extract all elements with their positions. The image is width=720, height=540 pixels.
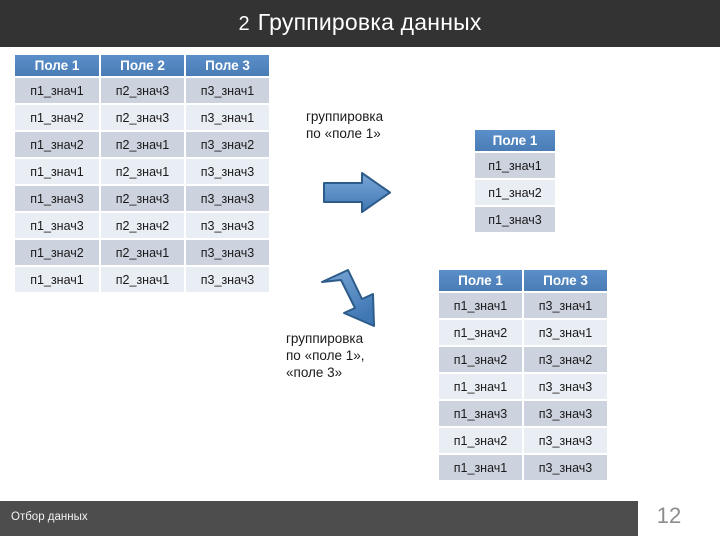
table-row: п1_знач2 п2_знач1 п3_знач2: [13, 131, 271, 159]
table-row: п1_знач3 п3_знач3: [437, 400, 609, 428]
table-cell: п3_знач2: [522, 346, 609, 374]
table-cell: п1_знач1: [437, 454, 524, 482]
table-cell: п1_знач3: [437, 400, 524, 428]
table-row: п1_знач2 п3_знач3: [437, 427, 609, 455]
table-cell: п1_знач2: [437, 319, 524, 347]
table-header-row: Поле 1: [473, 130, 557, 153]
table-cell: п1_знач1: [13, 77, 101, 105]
footer-bar: [0, 501, 638, 536]
footer-label: Отбор данных: [11, 511, 88, 523]
table-cell: п3_знач3: [522, 454, 609, 482]
table-cell: п2_знач3: [99, 77, 186, 105]
table-row: п1_знач2 п3_знач2: [437, 346, 609, 374]
table-cell: п3_знач2: [184, 131, 271, 159]
table-row: п1_знач1 п2_знач1 п3_знач3: [13, 266, 271, 294]
table-cell: п2_знач3: [99, 185, 186, 213]
table-cell: п2_знач1: [99, 131, 186, 159]
grouped-by-field1-field3-table: Поле 1 Поле 3 п1_знач1 п3_знач1 п1_знач2…: [437, 270, 609, 482]
table-cell: п1_знач2: [13, 131, 101, 159]
table-cell: п1_знач2: [13, 104, 101, 132]
table-row: п1_знач2 п2_знач3 п3_знач1: [13, 104, 271, 132]
table-row: п1_знач3: [473, 206, 557, 234]
table-cell: п1_знач2: [437, 427, 524, 455]
table-cell: п2_знач2: [99, 212, 186, 240]
right-arrow-icon: [323, 172, 391, 213]
table-cell: п3_знач1: [184, 77, 271, 105]
table-cell: п3_знач3: [522, 373, 609, 401]
table-cell: п2_знач1: [99, 239, 186, 267]
table-cell: п3_знач1: [522, 292, 609, 320]
column-header-field1: Поле 1: [473, 130, 557, 153]
column-header-field1: Поле 1: [437, 270, 524, 293]
table-cell: п1_знач1: [437, 373, 524, 401]
table-cell: п1_знач2: [473, 179, 557, 207]
grouping-caption-field1: группировка по «поле 1»: [306, 109, 384, 141]
table-header-row: Поле 1 Поле 2 Поле 3: [13, 55, 271, 78]
table-cell: п1_знач1: [13, 266, 101, 294]
table-header-row: Поле 1 Поле 3: [437, 270, 609, 293]
column-header-field3: Поле 3: [522, 270, 609, 293]
table-row: п1_знач2: [473, 179, 557, 207]
table-cell: п1_знач2: [437, 346, 524, 374]
table-cell: п3_знач1: [522, 319, 609, 347]
table-row: п1_знач1 п2_знач3 п3_знач1: [13, 77, 271, 105]
table-row: п1_знач2 п2_знач1 п3_знач3: [13, 239, 271, 267]
table-cell: п3_знач3: [522, 400, 609, 428]
table-row: п1_знач1: [473, 152, 557, 180]
table-cell: п1_знач1: [437, 292, 524, 320]
table-cell: п3_знач3: [184, 158, 271, 186]
grouping-caption-field1-field3: группировка по «поле 1», «поле 3»: [286, 331, 365, 380]
table-cell: п3_знач3: [522, 427, 609, 455]
page-number: 12: [656, 503, 682, 528]
table-cell: п2_знач1: [99, 266, 186, 294]
table-cell: п1_знач1: [473, 152, 557, 180]
grouped-by-field1-table: Поле 1 п1_знач1 п1_знач2 п1_знач3: [473, 130, 557, 234]
diagonal-down-right-arrow-icon: [321, 269, 375, 327]
table-cell: п1_знач3: [13, 212, 101, 240]
table-cell: п2_знач1: [99, 158, 186, 186]
column-header-field3: Поле 3: [184, 55, 271, 78]
table-cell: п1_знач2: [13, 239, 101, 267]
table-cell: п3_знач3: [184, 212, 271, 240]
table-row: п1_знач3 п2_знач3 п3_знач3: [13, 185, 271, 213]
slide-title-text: Группировка данных: [257, 9, 482, 35]
table-row: п1_знач1 п3_знач3: [437, 454, 609, 482]
column-header-field1: Поле 1: [13, 55, 101, 78]
column-header-field2: Поле 2: [99, 55, 186, 78]
table-cell: п3_знач1: [184, 104, 271, 132]
table-cell: п3_знач3: [184, 185, 271, 213]
source-data-table: Поле 1 Поле 2 Поле 3 п1_знач1 п2_знач3 п…: [13, 55, 271, 294]
table-row: п1_знач3 п2_знач2 п3_знач3: [13, 212, 271, 240]
table-cell: п1_знач1: [13, 158, 101, 186]
table-row: п1_знач1 п3_знач3: [437, 373, 609, 401]
table-cell: п1_знач3: [13, 185, 101, 213]
table-cell: п3_знач3: [184, 266, 271, 294]
table-cell: п3_знач3: [184, 239, 271, 267]
page-title: 2 Группировка данных: [0, 0, 720, 47]
slide-title-number: 2: [238, 13, 250, 35]
table-row: п1_знач1 п2_знач1 п3_знач3: [13, 158, 271, 186]
table-row: п1_знач1 п3_знач1: [437, 292, 609, 320]
table-row: п1_знач2 п3_знач1: [437, 319, 609, 347]
table-cell: п2_знач3: [99, 104, 186, 132]
table-cell: п1_знач3: [473, 206, 557, 234]
